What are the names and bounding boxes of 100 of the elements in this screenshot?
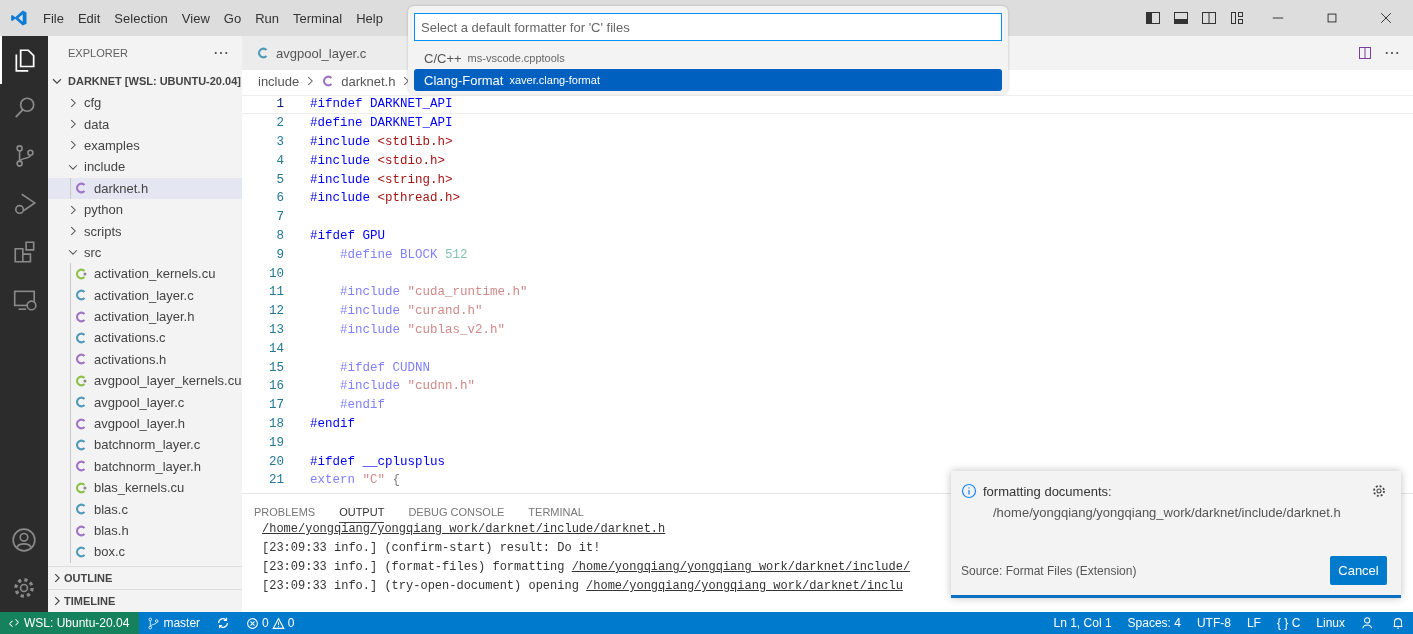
status-item[interactable]: UTF-8: [1188, 616, 1239, 630]
tree-item[interactable]: blas.h: [48, 519, 242, 542]
line-number: 1: [275, 97, 284, 112]
tree-item[interactable]: blas.c: [48, 498, 242, 520]
code-line: #ifdef __cplusplus: [310, 454, 446, 469]
status-item[interactable]: Spaces: 4: [1119, 616, 1189, 630]
panel-tab[interactable]: OUTPUT: [339, 499, 385, 523]
notification-message: formatting documents:: [983, 483, 1112, 499]
c-file-icon: [74, 523, 88, 538]
code-line: #ifdef GPU: [310, 228, 386, 243]
output-line: [23:09:33 info.] (format-files) formatting /home/yongqiang/yongqiang_work/darknet/include/: [262, 560, 911, 576]
branch-icon: [147, 616, 161, 630]
customize-layout-icon[interactable]: [1229, 10, 1245, 26]
feedback-icon[interactable]: [1361, 616, 1375, 630]
formatter-option[interactable]: Clang-Format xaver.clang-format: [414, 69, 1002, 91]
menu-item[interactable]: File: [36, 10, 71, 26]
line-number: 2: [275, 116, 284, 131]
code-line: #include <stdio.h>: [310, 153, 446, 168]
tree-item[interactable]: src: [48, 241, 242, 264]
logo-icon: [10, 9, 28, 27]
formatter-search-field[interactable]: Select a default formatter for 'C' files: [414, 13, 1002, 41]
code-line: #include <string.h>: [310, 172, 453, 187]
tree-item[interactable]: batchnorm_layer.h: [48, 455, 242, 478]
tree-item[interactable]: data: [48, 113, 242, 135]
warning-icon: [271, 616, 285, 630]
settings-icon[interactable]: [1371, 483, 1387, 499]
more-icon[interactable]: [1385, 51, 1399, 55]
line-number: 19: [268, 435, 284, 450]
branch-indicator[interactable]: master: [139, 616, 209, 630]
tree-item[interactable]: activation_layer.c: [48, 284, 242, 306]
tree-item[interactable]: scripts: [48, 220, 242, 242]
tree-item[interactable]: examples: [48, 134, 242, 157]
breadcrumb[interactable]: darknet.h: [341, 73, 396, 89]
tree-item[interactable]: activations.h: [48, 348, 242, 371]
line-number: 12: [268, 304, 284, 319]
sync-icon[interactable]: [216, 616, 231, 630]
notification-bell-icon[interactable]: [1391, 616, 1405, 630]
menu-item[interactable]: Help: [349, 10, 390, 26]
workspace-header[interactable]: DARKNET [WSL: UBUNTU-20.04]: [48, 70, 242, 92]
panel-tab[interactable]: DEBUG CONSOLE: [408, 499, 505, 523]
notification-source: Source: Format Files (Extension): [961, 563, 1137, 578]
status-item[interactable]: { } C: [1268, 616, 1309, 630]
tree-item[interactable]: activation_kernels.cu: [48, 263, 242, 285]
account-icon[interactable]: [11, 527, 37, 553]
code-line: #include <pthread.h>: [310, 191, 461, 206]
c-file-icon: [74, 544, 88, 559]
tree-item[interactable]: activation_layer.h: [48, 305, 242, 328]
problems-indicator[interactable]: 0 0: [238, 616, 303, 630]
menu-item[interactable]: View: [174, 10, 217, 26]
menu-item[interactable]: Run: [248, 10, 286, 26]
line-number: 18: [268, 416, 284, 431]
menu-item[interactable]: Terminal: [286, 10, 350, 26]
c-file-icon: [74, 373, 88, 388]
panel-tab[interactable]: TERMINAL: [528, 499, 584, 523]
tree-item[interactable]: blas_kernels.cu: [48, 477, 242, 499]
panel-layout-icon[interactable]: [1173, 10, 1189, 26]
tree-item[interactable]: avgpool_layer.h: [48, 412, 242, 435]
tree-item[interactable]: box.c: [48, 541, 242, 563]
settings-icon[interactable]: [11, 575, 37, 601]
tree-item[interactable]: cfg: [48, 92, 242, 114]
section-header[interactable]: OUTLINE: [48, 566, 242, 589]
menu-item[interactable]: Selection: [107, 10, 175, 26]
info-icon: [961, 483, 977, 499]
status-item[interactable]: Ln 1, Col 1: [1045, 616, 1120, 630]
breadcrumb[interactable]: include: [258, 73, 300, 89]
c-file-icon: [74, 395, 88, 410]
menu-item[interactable]: Go: [216, 10, 249, 26]
code-line: extern "C" {: [310, 473, 401, 488]
c-file-icon: [74, 459, 88, 474]
panel-tab[interactable]: PROBLEMS: [254, 499, 316, 523]
line-number: 4: [275, 153, 284, 168]
tree-item[interactable]: batchnorm_layer.c: [48, 434, 242, 456]
line-number: 5: [275, 172, 284, 187]
tree-item[interactable]: python: [48, 198, 242, 221]
tree-item[interactable]: avgpool_layer_kernels.cu: [48, 370, 242, 392]
cancel-button[interactable]: Cancel: [1330, 556, 1387, 585]
sidebar-layout-icon[interactable]: [1145, 10, 1161, 26]
c-file-icon: [74, 288, 88, 303]
tree-item[interactable]: activations.c: [48, 327, 242, 349]
c-file-icon: [74, 480, 88, 495]
output-line: [23:09:33 info.] (try-open-document) opening /home/yongqiang/yongqiang_work/darknet/inclu: [262, 579, 903, 595]
split-layout-icon[interactable]: [1201, 10, 1217, 26]
code-line: #include "cuda_runtime.h": [339, 285, 528, 300]
tree-item[interactable]: darknet.h: [48, 177, 242, 199]
code-line: #define BLOCK 512: [339, 247, 468, 262]
code-line: #endif: [310, 416, 355, 431]
more-icon[interactable]: [214, 51, 228, 55]
code-line: #include <stdlib.h>: [310, 135, 453, 149]
status-item[interactable]: Linux: [1308, 616, 1353, 630]
remote-icon: [8, 617, 20, 629]
menu-item[interactable]: Edit: [70, 10, 108, 26]
status-item[interactable]: LF: [1238, 616, 1269, 630]
remote-indicator[interactable]: WSL: Ubuntu-20.04: [0, 612, 140, 634]
split-editor-icon[interactable]: [1357, 45, 1373, 61]
line-number: 11: [268, 285, 284, 300]
line-number: 9: [275, 247, 284, 262]
code-line: #include "cudnn.h": [339, 379, 476, 394]
line-number: 3: [275, 135, 284, 149]
tree-item[interactable]: avgpool_layer.c: [48, 391, 242, 413]
tree-item[interactable]: include: [48, 156, 242, 178]
